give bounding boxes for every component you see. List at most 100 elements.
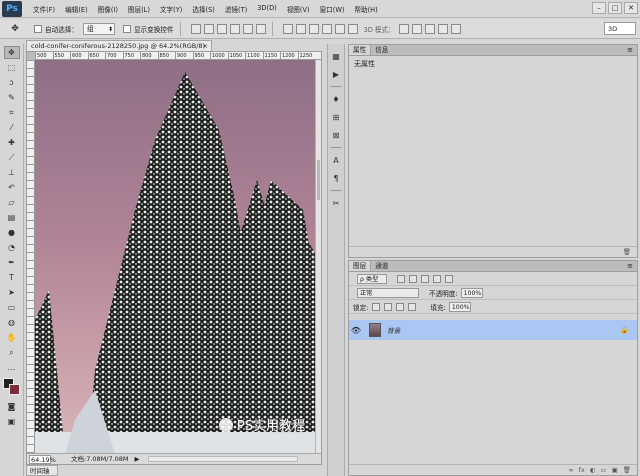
path-selection-tool-icon[interactable]: ➤: [4, 286, 20, 299]
status-menu-arrow[interactable]: ▶: [135, 454, 140, 464]
align-hcenter-icon[interactable]: [242, 23, 253, 34]
delete-icon[interactable]: 🗑: [623, 247, 631, 257]
rectangle-tool-icon[interactable]: ▭: [4, 301, 20, 314]
menu-edit[interactable]: 编辑(E): [60, 4, 93, 14]
menu-layer[interactable]: 图层(L): [123, 4, 155, 14]
menu-type[interactable]: 文字(Y): [155, 4, 187, 14]
eyedropper-tool-icon[interactable]: ⁄: [4, 121, 20, 134]
slide-3d-icon[interactable]: [437, 23, 448, 34]
auto-select-checkbox[interactable]: [34, 24, 42, 33]
clone-source-icon[interactable]: ⊠: [330, 129, 342, 141]
horizontal-ruler[interactable]: 500 550 600 650 700 750 800 850 900 950 …: [35, 52, 321, 60]
type-tool-icon[interactable]: T: [4, 271, 20, 284]
character-icon[interactable]: A: [330, 154, 342, 166]
menu-filter[interactable]: 滤镜(T): [220, 4, 252, 14]
more-tools-icon[interactable]: …: [4, 361, 20, 374]
layer-row-background[interactable]: 👁 背景 🔒: [349, 320, 637, 340]
close-icon[interactable]: ✕: [624, 2, 638, 14]
fill-field[interactable]: 100%: [448, 301, 471, 312]
move-tool-preset-icon[interactable]: ✥: [4, 21, 26, 37]
align-left-icon[interactable]: [229, 23, 240, 34]
menu-select[interactable]: 选择(S): [187, 4, 220, 14]
filter-adjustment-icon[interactable]: [409, 274, 417, 283]
tools-panel-icon[interactable]: ✂: [330, 197, 342, 209]
add-mask-icon[interactable]: ◐: [590, 465, 596, 475]
lasso-tool-icon[interactable]: ↄ: [4, 76, 20, 89]
tab-layers[interactable]: 图层: [349, 261, 372, 271]
paragraph-icon[interactable]: ¶: [330, 172, 342, 184]
zoom-tool-icon[interactable]: ⌕: [4, 346, 20, 359]
vertical-ruler[interactable]: [27, 60, 35, 454]
document-tab[interactable]: cold-conifer-coniferous-2128250.jpg @ 64…: [26, 40, 212, 51]
distribute-right-icon[interactable]: [347, 23, 358, 34]
distribute-top-icon[interactable]: [282, 23, 293, 34]
lock-transparent-icon[interactable]: [372, 302, 381, 311]
panel-menu-icon[interactable]: ≡: [627, 46, 633, 54]
lock-position-icon[interactable]: [396, 302, 405, 311]
color-swatches[interactable]: [2, 378, 21, 396]
clone-stamp-tool-icon[interactable]: ⊥: [4, 166, 20, 179]
auto-select-dropdown[interactable]: 组: [82, 22, 115, 35]
minimize-icon[interactable]: –: [592, 2, 606, 14]
menu-view[interactable]: 视图(V): [282, 4, 315, 14]
filter-smart-icon[interactable]: [445, 274, 453, 283]
lock-all-icon[interactable]: [408, 302, 417, 311]
show-transform-checkbox[interactable]: [122, 24, 131, 33]
align-bottom-icon[interactable]: [216, 23, 227, 34]
move-tool-icon[interactable]: ✥: [3, 46, 20, 59]
filter-type-icon[interactable]: [421, 274, 429, 283]
tool-presets-icon[interactable]: ⊞: [330, 111, 342, 123]
rotate-3d-icon[interactable]: [398, 23, 409, 34]
history-icon[interactable]: ▦: [330, 50, 342, 62]
align-top-icon[interactable]: [190, 23, 201, 34]
timeline-tab[interactable]: 时间轴: [26, 465, 58, 476]
align-vcenter-icon[interactable]: [203, 23, 214, 34]
link-layers-icon[interactable]: ∞: [568, 465, 573, 475]
filter-type-dropdown[interactable]: ρ 类型: [357, 273, 387, 284]
hand-tool-icon[interactable]: ✋: [4, 331, 20, 344]
crop-tool-icon[interactable]: ⌗: [4, 106, 20, 119]
tab-info[interactable]: 信息: [371, 45, 392, 55]
distribute-bottom-icon[interactable]: [308, 23, 319, 34]
tab-channels[interactable]: 通道: [371, 261, 392, 271]
layer-name[interactable]: 背景: [387, 325, 400, 335]
image-canvas[interactable]: PS实用教程: [35, 60, 319, 454]
healing-brush-tool-icon[interactable]: ✚: [4, 136, 20, 149]
blend-mode-dropdown[interactable]: 正常: [357, 287, 419, 298]
tab-properties[interactable]: 属性: [349, 45, 372, 55]
quick-mask-icon[interactable]: ◙: [4, 400, 20, 413]
eraser-tool-icon[interactable]: ▱: [4, 196, 20, 209]
history-brush-tool-icon[interactable]: ↶: [4, 181, 20, 194]
opacity-field[interactable]: 100%: [460, 287, 483, 298]
menu-window[interactable]: 窗口(W): [315, 4, 350, 14]
panel-menu-icon[interactable]: ≡: [627, 262, 633, 270]
scroll-thumb[interactable]: [317, 160, 320, 200]
horizontal-scrollbar[interactable]: [147, 456, 298, 462]
background-color[interactable]: [8, 384, 20, 395]
quick-select-tool-icon[interactable]: ✎: [4, 91, 20, 104]
distribute-left-icon[interactable]: [321, 23, 332, 34]
menu-help[interactable]: 帮助(H): [349, 4, 382, 14]
roll-3d-icon[interactable]: [411, 23, 422, 34]
lock-pixels-icon[interactable]: [384, 302, 393, 311]
zoom-field[interactable]: 64.19%: [29, 454, 56, 464]
align-right-icon[interactable]: [255, 23, 266, 34]
workspace-select[interactable]: 3D: [604, 22, 636, 35]
vertical-scrollbar[interactable]: [315, 60, 321, 454]
3d-rotate-tool-icon[interactable]: ◍: [4, 316, 20, 329]
close-tab-icon[interactable]: ×: [203, 41, 208, 51]
brush-tool-icon[interactable]: ⟋: [4, 151, 20, 164]
gradient-tool-icon[interactable]: ▤: [4, 211, 20, 224]
menu-file[interactable]: 文件(F): [28, 4, 60, 14]
brush-presets-icon[interactable]: ♦: [330, 93, 342, 105]
scale-3d-icon[interactable]: [450, 23, 461, 34]
distribute-vcenter-icon[interactable]: [295, 23, 306, 34]
fx-icon[interactable]: fx: [579, 465, 585, 475]
filter-shape-icon[interactable]: [433, 274, 441, 283]
delete-layer-icon[interactable]: 🗑: [623, 465, 631, 475]
visibility-eye-icon[interactable]: 👁: [349, 326, 363, 335]
drag-3d-icon[interactable]: [424, 23, 435, 34]
blur-tool-icon[interactable]: ●: [4, 226, 20, 239]
pen-tool-icon[interactable]: ✒: [4, 256, 20, 269]
marquee-tool-icon[interactable]: ⬚: [4, 61, 20, 74]
